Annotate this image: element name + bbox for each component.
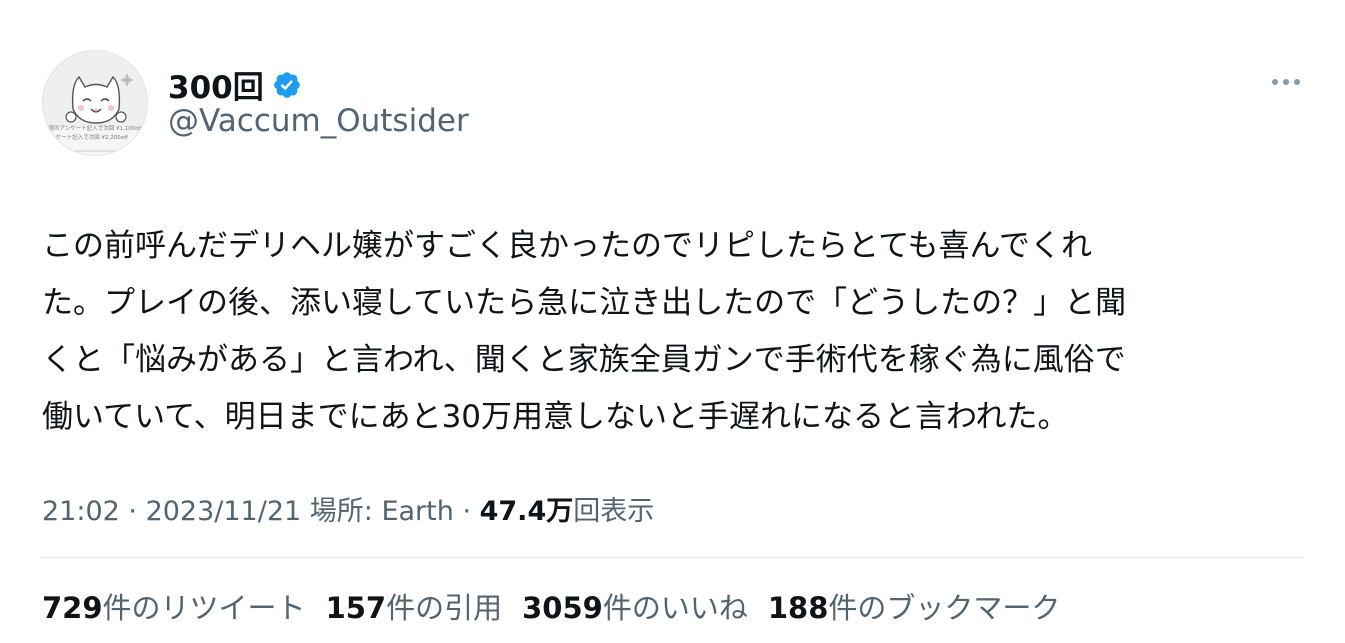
tweet-date[interactable]: 2023/11/21 [146, 496, 302, 527]
user-handle[interactable]: @Vaccum_Outsider [168, 103, 469, 139]
avatar-caption-line: アンケート記入で次回 ¥2,200off [45, 135, 128, 141]
tweet-location: 場所: Earth [301, 496, 454, 527]
views-label: 回表示 [573, 496, 655, 527]
user-name-row: 300回 [168, 62, 302, 107]
meta-separator: · [119, 496, 146, 527]
tweet-text: この前呼んだデリヘル嬢がすごく良かったのでリピしたらとても喜んでくれ た。プレイ… [42, 228, 1127, 435]
bookmarks-stat[interactable]: 188件のブックマーク [768, 585, 1061, 627]
stat-label: 件の引用 [386, 591, 503, 625]
stat-count: 729 [42, 591, 103, 625]
tweet-time[interactable]: 21:02 [42, 496, 120, 527]
stat-label: 件のブックマーク [828, 591, 1061, 625]
display-name[interactable]: 300回 [168, 62, 264, 107]
avatar-caption-line: 1週のアンケート記入で次回 ¥1,100off [45, 126, 143, 132]
avatar-caption: 1週のアンケート記入で次回 ¥1,100off アンケート記入で次回 ¥2,20… [45, 125, 147, 143]
tweet-meta: 21:02 · 2023/11/21 場所: Earth · 47.4万回表示 [42, 489, 654, 528]
quotes-stat[interactable]: 157件の引用 [326, 585, 503, 627]
views-count: 47.4万 [479, 496, 574, 527]
verified-badge-icon [272, 70, 302, 100]
tweet-detail: 1週のアンケート記入で次回 ¥1,100off アンケート記入で次回 ¥2,20… [0, 0, 1345, 643]
stat-count: 3059 [522, 591, 603, 625]
divider [42, 557, 1304, 558]
meta-separator: · [453, 496, 480, 527]
retweets-stat[interactable]: 729件のリツイート [42, 585, 306, 627]
stat-label: 件のリツイート [102, 591, 306, 625]
more-horizontal-icon[interactable] [1268, 64, 1304, 100]
avatar[interactable]: 1週のアンケート記入で次回 ¥1,100off アンケート記入で次回 ¥2,20… [42, 50, 148, 156]
engagement-stats: 729件のリツイート 157件の引用 3059件のいいね 188件のブックマーク [42, 585, 1060, 627]
stat-label: 件のいいね [602, 591, 748, 625]
stat-count: 188 [767, 591, 829, 625]
likes-stat[interactable]: 3059件のいいね [522, 585, 748, 627]
stat-count: 157 [325, 591, 387, 625]
